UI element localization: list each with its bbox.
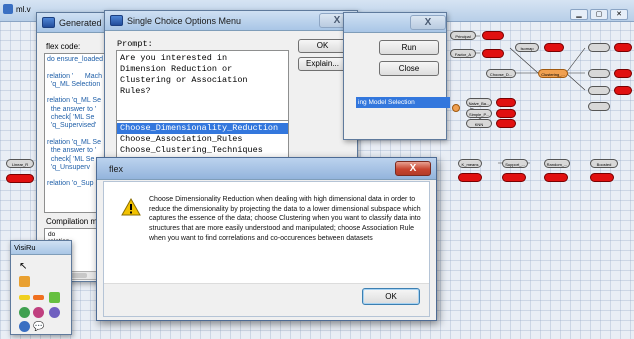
compilation-label: Compilation me: [46, 217, 102, 226]
option-item[interactable]: Choose_Association_Rules: [117, 134, 288, 145]
node-cluster-sub-3[interactable]: [588, 86, 610, 95]
node-red[interactable]: [482, 49, 504, 58]
network-diagram: Principal Factor_A Isomap Choose_D... Cl…: [440, 28, 634, 198]
flex-dialog-close-button[interactable]: X: [395, 161, 431, 176]
statement-tool-icon[interactable]: [33, 307, 44, 318]
visirule-title-bar: VisiRu: [11, 241, 71, 255]
flex-dialog-message: Choose Dimensionality Reduction when dea…: [149, 196, 421, 242]
comment-tool-icon[interactable]: 💬: [33, 321, 44, 332]
box-tool-icon[interactable]: [33, 295, 44, 300]
node-cluster-sub-2[interactable]: [588, 69, 610, 78]
node-boosted[interactable]: Boosted: [590, 159, 618, 168]
node-red[interactable]: [502, 173, 526, 182]
node-cluster-sub-1[interactable]: [588, 43, 610, 52]
node-choose-d[interactable]: Choose_D...: [486, 69, 516, 78]
node-branch-marker[interactable]: [452, 104, 460, 112]
node-red[interactable]: [544, 173, 568, 182]
explain-button[interactable]: Explain...: [298, 57, 347, 71]
node-naive-bayes[interactable]: Naive_Ba...: [466, 98, 492, 107]
option-item[interactable]: Choose_Dimensionality_Reduction: [117, 123, 288, 134]
node-k-means[interactable]: K_means: [458, 159, 482, 168]
node-red[interactable]: [496, 119, 516, 128]
loop-tool-icon[interactable]: [49, 307, 60, 318]
node-cluster-sub-4[interactable]: [588, 102, 610, 111]
maximize-button[interactable]: ▢: [590, 9, 608, 20]
node-red[interactable]: [614, 43, 632, 52]
node-red[interactable]: [496, 109, 516, 118]
line-tool-icon[interactable]: [19, 295, 30, 300]
options-title-bar: Single Choice Options Menu X: [105, 11, 357, 31]
prompt-text: Are you interested in Dimension Reductio…: [116, 50, 289, 121]
visirule-title: VisiRu: [14, 243, 36, 252]
info-tool-icon[interactable]: [19, 321, 30, 332]
node-red[interactable]: [482, 31, 504, 40]
window-icon: [110, 15, 123, 26]
node-isomap[interactable]: Isomap: [515, 43, 539, 52]
flex-code-label: flex code:: [46, 42, 81, 51]
run-panel-title-bar: X: [344, 13, 446, 33]
node-clustering[interactable]: Clustering_...: [538, 69, 568, 78]
node-red[interactable]: [614, 69, 632, 78]
node-red[interactable]: [590, 173, 614, 182]
question-tool-icon[interactable]: [19, 307, 30, 318]
flex-dialog-title: flex: [109, 164, 124, 174]
prompt-label: Prompt:: [117, 39, 153, 49]
node-red[interactable]: [6, 174, 34, 183]
flex-dialog-ok-button[interactable]: OK: [362, 288, 420, 305]
node-red[interactable]: [544, 43, 564, 52]
options-list-items: Choose_Dimensionality_Reduction Choose_As…: [117, 121, 288, 156]
visirule-palette: VisiRu ↖ 💬: [10, 240, 72, 335]
node-linear-r[interactable]: Linear_R: [6, 159, 34, 168]
node-red[interactable]: [458, 173, 482, 182]
app-icon: [3, 4, 13, 14]
run-panel-window: X Run Close ing Model Selection: [343, 12, 450, 140]
status-label: ing Model Selection: [356, 97, 450, 108]
close-button[interactable]: ✕: [610, 9, 628, 20]
warning-icon: [121, 198, 141, 216]
options-window: Single Choice Options Menu X Prompt: Are…: [104, 10, 358, 178]
node-support[interactable]: Support_...: [502, 159, 528, 168]
node-red[interactable]: [614, 86, 632, 95]
main-title: ml.v: [16, 5, 31, 14]
node-factor[interactable]: Factor_A: [450, 49, 476, 58]
run-panel-close-x[interactable]: X: [410, 15, 446, 30]
window-icon: [42, 17, 55, 28]
pointer-tool-icon[interactable]: ↖: [19, 261, 30, 272]
start-tool-icon[interactable]: [19, 276, 30, 287]
option-item[interactable]: Choose_Clustering_Techniques: [117, 145, 288, 156]
flex-dialog: flex X Choose Dimensionality Reduction w…: [96, 157, 437, 321]
flex-dialog-title-bar: flex X: [97, 158, 436, 180]
run-button[interactable]: Run: [379, 40, 439, 55]
node-random[interactable]: Random_...: [544, 159, 570, 168]
green-tool-icon[interactable]: [49, 292, 60, 303]
node-principal[interactable]: Principal: [450, 31, 476, 40]
node-red[interactable]: [496, 98, 516, 107]
ok-button[interactable]: OK: [298, 39, 347, 53]
close-button[interactable]: Close: [379, 61, 439, 76]
minimize-button[interactable]: ▁: [570, 9, 588, 20]
node-simple-p[interactable]: Simple_P...: [466, 109, 492, 118]
options-title: Single Choice Options Menu: [127, 16, 242, 26]
node-knn[interactable]: KNN: [466, 119, 492, 128]
